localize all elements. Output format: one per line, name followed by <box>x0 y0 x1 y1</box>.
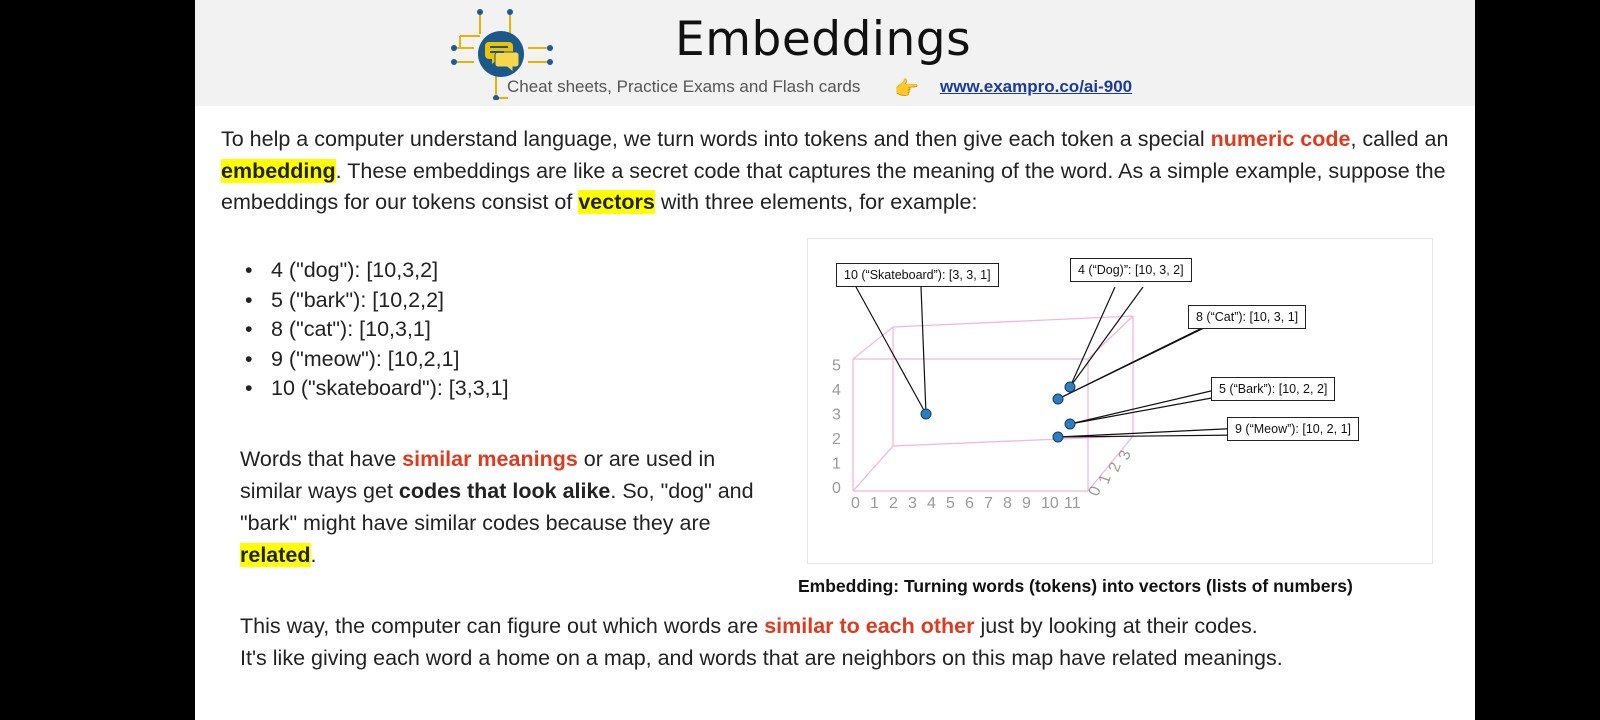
x-tick-label: 0 <box>851 495 860 512</box>
page-title: Embeddings <box>675 12 972 67</box>
y-tick-label: 4 <box>832 382 841 399</box>
y-tick-label: 3 <box>832 407 841 424</box>
y-tick-label: 1 <box>832 456 841 473</box>
slide: Embeddings Cheat sheets, Practice Exams … <box>195 0 1475 720</box>
similar-text-1: Words that have <box>240 447 403 471</box>
token-item-bark: 5 ("bark"): [10,2,2] <box>245 286 509 316</box>
x-tick-label: 1 <box>870 495 879 512</box>
z-tick-label: 1 <box>1096 472 1115 486</box>
point-cat <box>1052 393 1064 405</box>
x-tick-label: 5 <box>946 495 955 512</box>
x-tick-label: 11 <box>1064 495 1081 512</box>
x-tick-label: 6 <box>965 495 974 512</box>
pointing-hand-icon: 👉 <box>894 78 919 100</box>
vectors-term: vectors <box>578 190 655 214</box>
3d-plot: 0 1 2 3 4 5 6 7 8 9 10 11 012345 0123 <box>832 286 1245 512</box>
x-tick-label: 10 <box>1041 495 1059 512</box>
x-tick-label: 8 <box>1003 495 1012 512</box>
callout-dog: 4 (“Dog)”: [10, 3, 2] <box>1070 258 1192 282</box>
z-tick-label: 0 <box>1086 484 1105 498</box>
x-axis-ticks: 0 1 2 3 4 5 6 7 8 9 10 11 <box>851 495 1081 512</box>
embedding-points <box>920 381 1076 443</box>
point-bark <box>1064 418 1076 430</box>
intro-text-2: , called an <box>1350 127 1449 151</box>
x-tick-label: 9 <box>1022 495 1031 512</box>
codes-alike-term: codes that look alike <box>398 479 611 503</box>
y-axis-ticks: 0 1 2 3 4 5 <box>832 358 841 498</box>
point-skateboard <box>920 408 932 420</box>
y-tick-label: 0 <box>832 480 841 497</box>
similar-text-4: . <box>310 543 317 567</box>
token-item-cat: 8 ("cat"): [10,3,1] <box>245 315 509 345</box>
callout-pointer-lines <box>855 286 1245 438</box>
closing-line-2: It's like giving each word a home on a m… <box>240 646 1283 670</box>
related-term: related <box>240 543 311 567</box>
token-item-meow: 9 ("meow"): [10,2,1] <box>245 345 509 375</box>
x-tick-label: 4 <box>927 495 936 512</box>
similar-meanings-term: similar meanings <box>402 447 578 471</box>
closing-paragraph: This way, the computer can figure out wh… <box>240 610 1470 674</box>
callout-bark: 5 (“Bark”): [10, 2, 2] <box>1211 377 1336 401</box>
x-tick-label: 3 <box>908 495 917 512</box>
x-tick-label: 2 <box>889 495 898 512</box>
3d-box-wireframe <box>852 315 1134 492</box>
exampro-link[interactable]: www.exampro.co/ai-900 <box>940 77 1132 97</box>
point-dog <box>1064 381 1076 393</box>
z-axis-ticks: 0123 <box>1086 448 1135 498</box>
callout-skateboard: 10 (“Skateboard”): [3, 3, 1] <box>836 263 999 287</box>
intro-text-4: with three elements, for example: <box>654 190 978 214</box>
intro-paragraph: To help a computer understand language, … <box>221 124 1461 219</box>
y-tick-label: 5 <box>832 358 841 375</box>
z-tick-label: 2 <box>1106 460 1125 474</box>
callout-cat: 8 (“Cat”): [10, 3, 1] <box>1188 305 1307 329</box>
header-subtitle: Cheat sheets, Practice Exams and Flash c… <box>507 77 861 96</box>
token-item-dog: 4 ("dog"): [10,3,2] <box>245 256 509 286</box>
similar-each-other-term: similar to each other <box>764 614 975 638</box>
callout-meow: 9 (“Meow”): [10, 2, 1] <box>1227 417 1360 441</box>
figure-caption: Embedding: Turning words (tokens) into v… <box>798 576 1353 596</box>
similar-paragraph: Words that have similar meanings or are … <box>240 443 780 571</box>
closing-text-2: just by looking at their codes. <box>974 614 1258 638</box>
closing-text-1: This way, the computer can figure out wh… <box>240 614 765 638</box>
token-list: 4 ("dog"): [10,3,2] 5 ("bark"): [10,2,2]… <box>245 256 509 404</box>
z-tick-label: 3 <box>1116 448 1135 462</box>
point-meow <box>1052 431 1064 443</box>
token-item-skateboard: 10 ("skateboard"): [3,3,1] <box>245 374 509 404</box>
y-tick-label: 2 <box>832 431 841 448</box>
embedding-figure: 0 1 2 3 4 5 6 7 8 9 10 11 012345 0123 10… <box>807 238 1433 564</box>
intro-text-1: To help a computer understand language, … <box>221 127 1211 151</box>
numeric-code-term: numeric code <box>1210 127 1351 151</box>
x-tick-label: 7 <box>984 495 993 512</box>
closing-line-1: This way, the computer can figure out wh… <box>240 610 1470 642</box>
header-banner: Embeddings Cheat sheets, Practice Exams … <box>195 0 1475 106</box>
embedding-term: embedding <box>221 158 336 183</box>
